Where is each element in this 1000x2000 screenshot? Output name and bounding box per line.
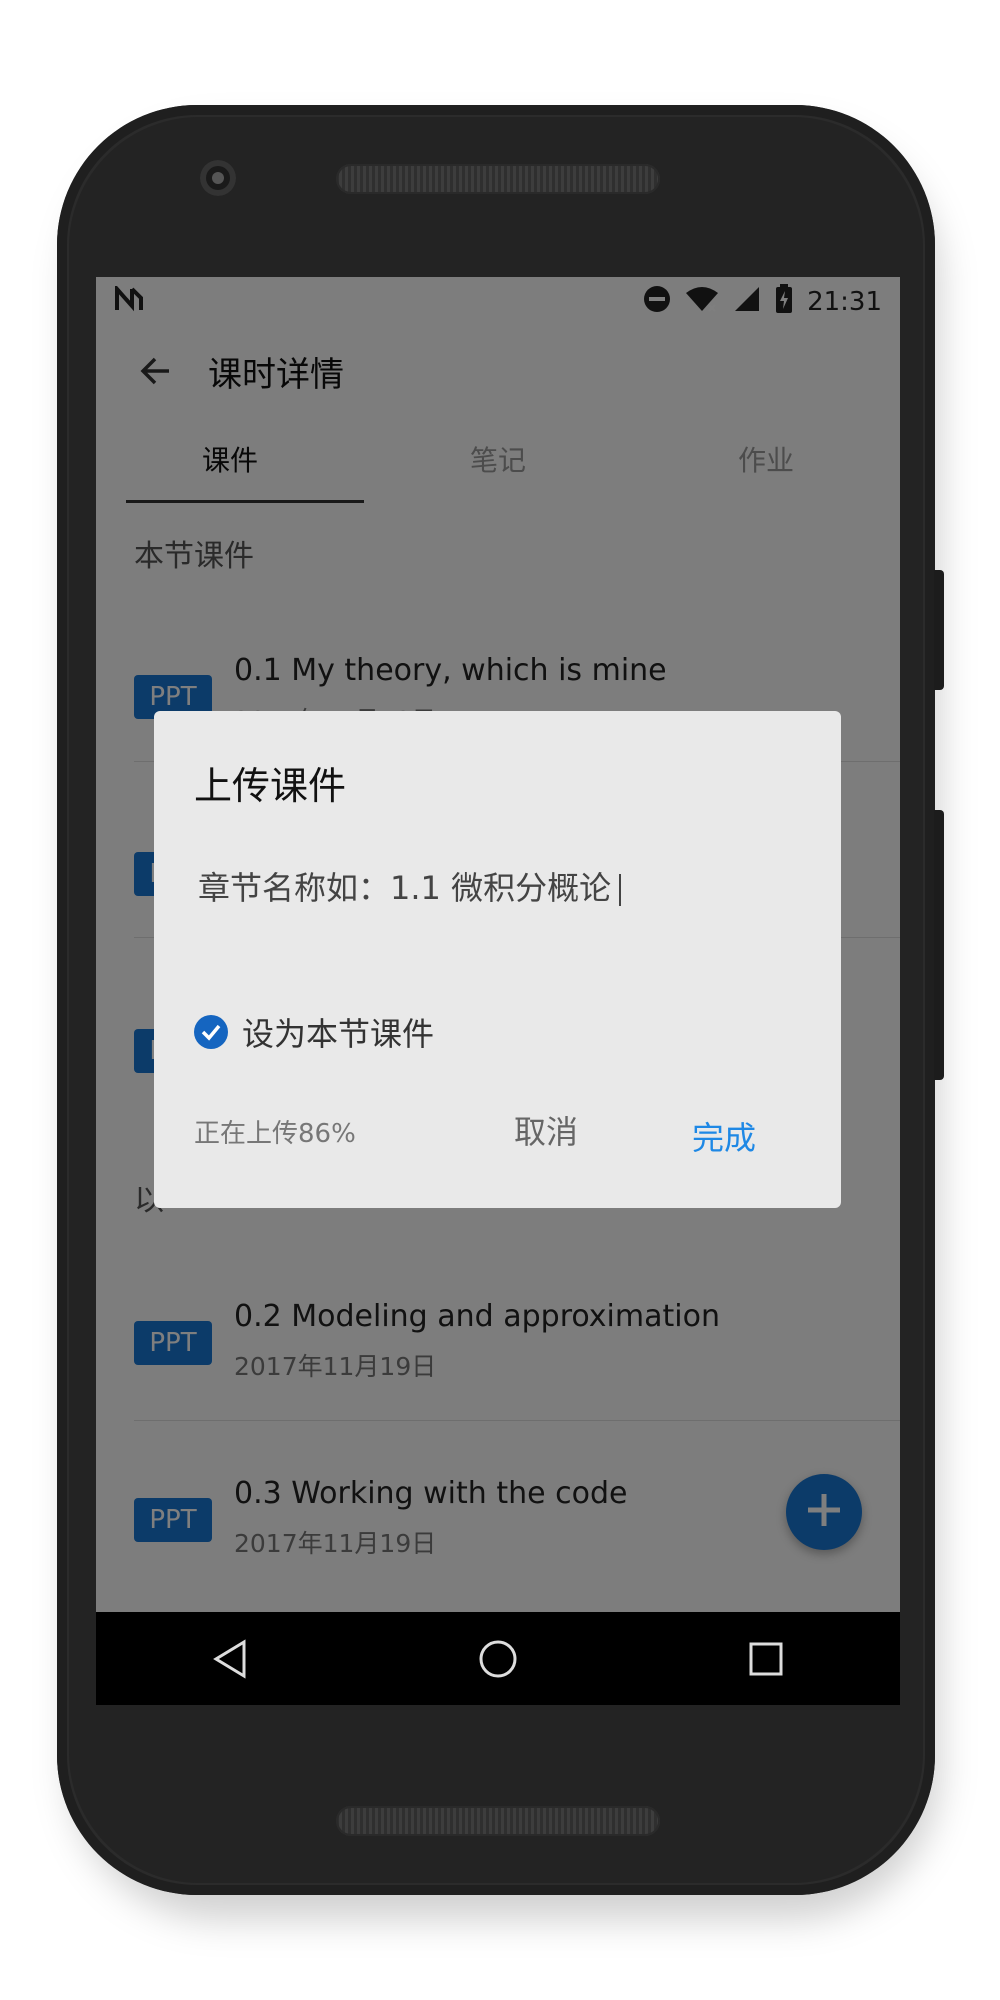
volume-button xyxy=(934,570,944,690)
dialog-title: 上传课件 xyxy=(194,764,347,808)
chapter-name-value: 章节名称如：1.1 微积分概论 xyxy=(198,869,612,907)
cancel-button[interactable]: 取消 xyxy=(514,1107,578,1153)
upload-progress-text: 正在上传86% xyxy=(194,1119,356,1149)
chapter-name-input[interactable]: 章节名称如：1.1 微积分概论 xyxy=(198,863,622,909)
back-triangle-icon[interactable] xyxy=(195,1624,265,1694)
check-circle-icon[interactable] xyxy=(194,1015,228,1049)
home-circle-icon[interactable] xyxy=(463,1624,533,1694)
bottom-speaker xyxy=(336,1806,660,1836)
upload-dialog: 上传课件 章节名称如：1.1 微积分概论 设为本节课件 正在上传86% 取消 完… xyxy=(154,711,841,1208)
system-nav-bar xyxy=(96,1612,900,1705)
recents-square-icon[interactable] xyxy=(731,1624,801,1694)
front-camera xyxy=(200,160,236,196)
done-button[interactable]: 完成 xyxy=(692,1113,756,1159)
checkbox-label: 设为本节课件 xyxy=(242,1015,435,1053)
set-current-checkbox-row[interactable]: 设为本节课件 xyxy=(194,1009,434,1055)
screen: 21:31 课时详情 课件 笔记 作业 本节课件 PPT 0.1 My theo… xyxy=(96,277,900,1705)
text-cursor xyxy=(619,874,622,906)
top-speaker xyxy=(336,164,660,194)
power-button xyxy=(934,810,944,1080)
